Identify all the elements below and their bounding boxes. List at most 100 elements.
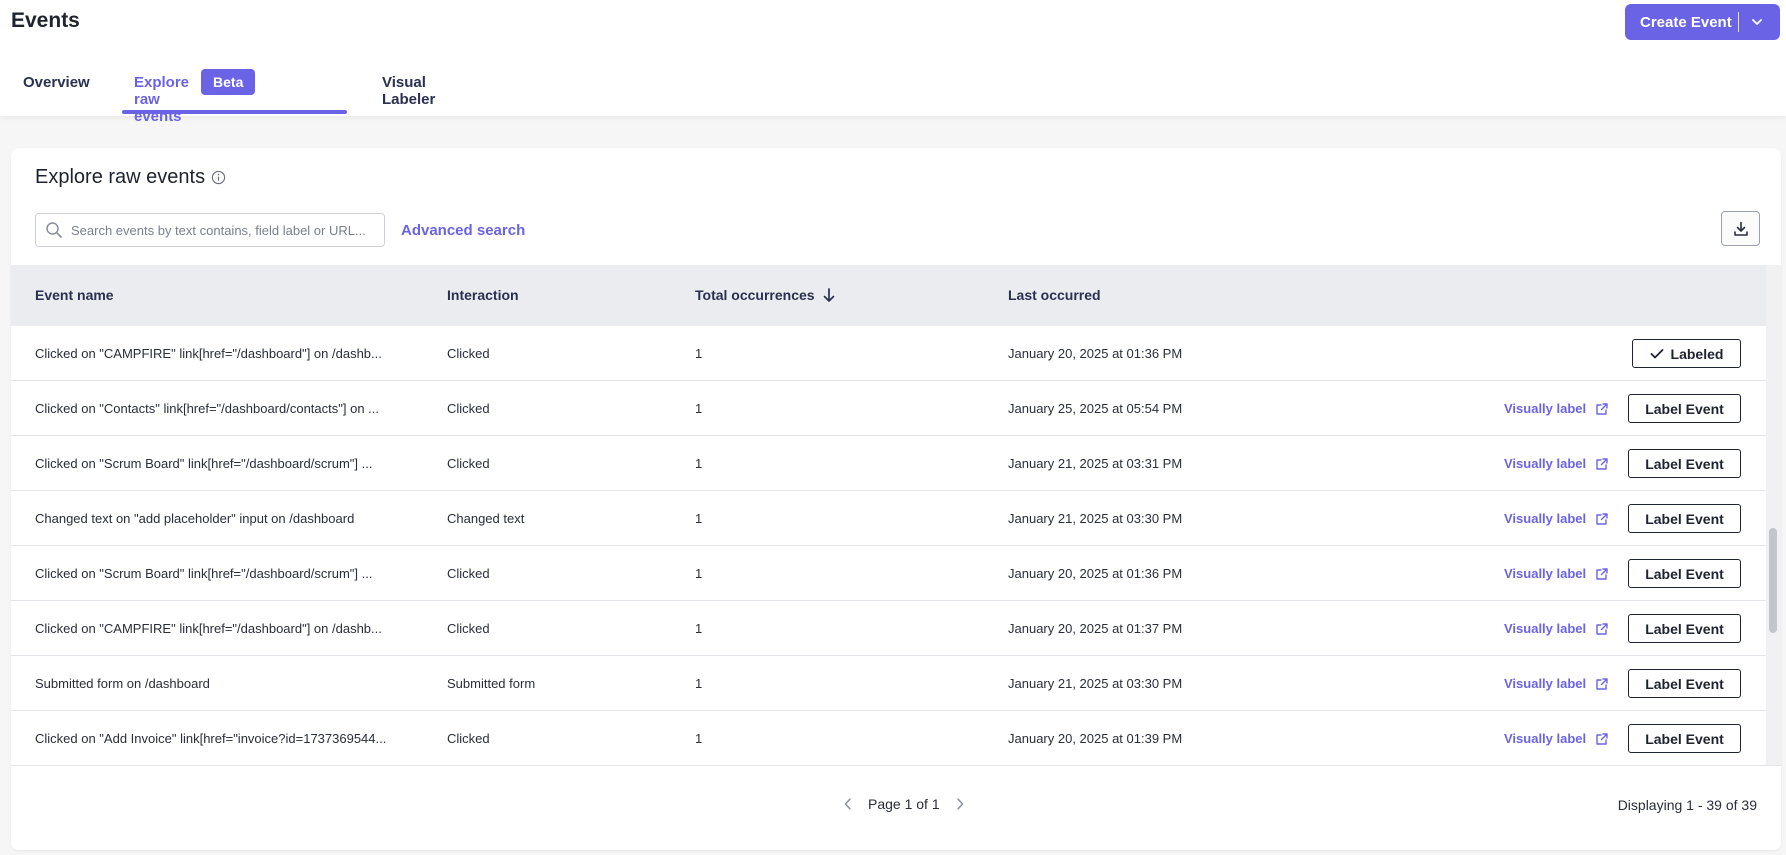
create-event-label: Create Event <box>1640 13 1732 31</box>
visually-label-link[interactable]: Visually label <box>1504 436 1609 491</box>
search-input[interactable] <box>71 222 371 238</box>
labeled-label: Labeled <box>1670 345 1724 362</box>
external-link-icon <box>1596 457 1608 470</box>
total-occurrences-cell: 1 <box>695 676 703 691</box>
page-title: Events <box>11 9 80 32</box>
total-occurrences-cell: 1 <box>695 511 703 526</box>
sort-arrow-down-icon[interactable] <box>822 287 836 303</box>
page-header: Events Create Event Overview Explore raw… <box>0 0 1786 125</box>
download-icon <box>1733 221 1748 236</box>
column-total-label: Total occurrences <box>695 287 815 303</box>
pagination: Page 1 of 1 <box>839 795 969 813</box>
active-tab-indicator <box>122 110 347 114</box>
table-row[interactable]: Submitted form on /dashboard Submitted f… <box>11 656 1766 711</box>
search-field[interactable] <box>35 213 385 247</box>
visually-label-link[interactable]: Visually label <box>1504 711 1609 766</box>
visually-label-link[interactable]: Visually label <box>1504 381 1609 436</box>
tab-explore-raw-events[interactable]: Explore raw events Beta <box>134 64 256 125</box>
beta-badge: Beta <box>201 69 256 95</box>
column-event-name[interactable]: Event name <box>35 287 114 303</box>
scrollbar-track[interactable] <box>1766 265 1781 765</box>
chevron-left-icon <box>844 798 851 810</box>
last-occurred-cell: January 25, 2025 at 05:54 PM <box>1008 401 1183 416</box>
label-event-button[interactable]: Label Event <box>1628 394 1741 423</box>
total-occurrences-cell: 1 <box>695 346 703 361</box>
download-button[interactable] <box>1721 211 1760 246</box>
table-footer: Page 1 of 1 Displaying 1 - 39 of 39 <box>11 765 1781 850</box>
info-icon[interactable] <box>211 170 226 185</box>
last-occurred-cell: January 21, 2025 at 03:30 PM <box>1008 676 1183 691</box>
prev-page-button[interactable] <box>839 795 857 813</box>
table-row[interactable]: Changed text on "add placeholder" input … <box>11 491 1766 546</box>
label-event-button[interactable]: Label Event <box>1628 559 1741 588</box>
visually-label-link[interactable]: Visually label <box>1504 601 1609 656</box>
search-icon <box>46 222 62 238</box>
last-occurred-cell: January 21, 2025 at 03:31 PM <box>1008 456 1183 471</box>
label-event-button[interactable]: Label Event <box>1628 504 1741 533</box>
external-link-icon <box>1596 622 1608 635</box>
event-name-cell: Clicked on "Add Invoice" link[href="invo… <box>35 731 387 746</box>
tab-explore-label: Explore raw events <box>134 74 190 125</box>
external-link-icon <box>1596 567 1608 580</box>
label-event-button[interactable]: Label Event <box>1628 724 1741 753</box>
interaction-cell: Clicked <box>447 566 490 581</box>
next-page-button[interactable] <box>951 795 969 813</box>
table-row[interactable]: Clicked on "Scrum Board" link[href="/das… <box>11 436 1766 491</box>
label-event-button[interactable]: Label Event <box>1628 614 1741 643</box>
interaction-cell: Changed text <box>447 511 525 526</box>
external-link-icon <box>1596 512 1608 525</box>
interaction-cell: Clicked <box>447 621 490 636</box>
labeled-button[interactable]: Labeled <box>1632 339 1741 368</box>
visually-label-link[interactable]: Visually label <box>1504 546 1609 601</box>
table-row[interactable]: Clicked on "Contacts" link[href="/dashbo… <box>11 381 1766 436</box>
event-name-cell: Clicked on "CAMPFIRE" link[href="/dashbo… <box>35 621 382 636</box>
advanced-search-link[interactable]: Advanced search <box>401 222 525 239</box>
visually-label-text: Visually label <box>1504 566 1587 581</box>
event-name-cell: Clicked on "Scrum Board" link[href="/das… <box>35 566 373 581</box>
column-total-occurrences[interactable]: Total occurrences <box>695 287 836 303</box>
visually-label-text: Visually label <box>1504 731 1587 746</box>
visually-label-text: Visually label <box>1504 676 1587 691</box>
interaction-cell: Clicked <box>447 731 490 746</box>
visually-label-link[interactable]: Visually label <box>1504 491 1609 546</box>
tab-overview[interactable]: Overview <box>23 64 90 116</box>
last-occurred-cell: January 20, 2025 at 01:37 PM <box>1008 621 1183 636</box>
event-name-cell: Clicked on "Scrum Board" link[href="/das… <box>35 456 373 471</box>
table-header: Event name Interaction Total occurrences… <box>11 265 1766 326</box>
column-interaction[interactable]: Interaction <box>447 287 519 303</box>
label-event-button[interactable]: Label Event <box>1628 669 1741 698</box>
chevron-right-icon <box>956 798 963 810</box>
total-occurrences-cell: 1 <box>695 731 703 746</box>
external-link-icon <box>1596 732 1608 745</box>
tab-overview-label: Overview <box>23 74 90 91</box>
visually-label-text: Visually label <box>1504 621 1587 636</box>
column-last-occurred[interactable]: Last occurred <box>1008 287 1101 303</box>
total-occurrences-cell: 1 <box>695 401 703 416</box>
check-icon <box>1650 348 1663 358</box>
event-name-cell: Clicked on "Contacts" link[href="/dashbo… <box>35 401 379 416</box>
total-occurrences-cell: 1 <box>695 456 703 471</box>
scrollbar-thumb[interactable] <box>1769 528 1777 633</box>
tab-visual-labeler[interactable]: Visual Labeler <box>382 64 435 116</box>
chevron-down-icon[interactable] <box>1749 14 1765 30</box>
table-row[interactable]: Clicked on "CAMPFIRE" link[href="/dashbo… <box>11 601 1766 656</box>
create-event-button[interactable]: Create Event <box>1625 4 1780 40</box>
visually-label-text: Visually label <box>1504 511 1587 526</box>
visually-label-text: Visually label <box>1504 456 1587 471</box>
last-occurred-cell: January 21, 2025 at 03:30 PM <box>1008 511 1183 526</box>
total-occurrences-cell: 1 <box>695 621 703 636</box>
last-occurred-cell: January 20, 2025 at 01:36 PM <box>1008 346 1183 361</box>
events-card: Explore raw events Advanced search Event… <box>11 148 1781 850</box>
table-row[interactable]: Clicked on "CAMPFIRE" link[href="/dashbo… <box>11 326 1766 381</box>
display-count: Displaying 1 - 39 of 39 <box>1617 797 1757 813</box>
visually-label-link[interactable]: Visually label <box>1504 656 1609 711</box>
table-row[interactable]: Clicked on "Add Invoice" link[href="invo… <box>11 711 1766 766</box>
card-title: Explore raw events <box>35 166 226 189</box>
button-divider <box>1738 12 1739 32</box>
last-occurred-cell: January 20, 2025 at 01:39 PM <box>1008 731 1183 746</box>
event-name-cell: Clicked on "CAMPFIRE" link[href="/dashbo… <box>35 346 382 361</box>
total-occurrences-cell: 1 <box>695 566 703 581</box>
label-event-button[interactable]: Label Event <box>1628 449 1741 478</box>
table-row[interactable]: Clicked on "Scrum Board" link[href="/das… <box>11 546 1766 601</box>
interaction-cell: Clicked <box>447 401 490 416</box>
